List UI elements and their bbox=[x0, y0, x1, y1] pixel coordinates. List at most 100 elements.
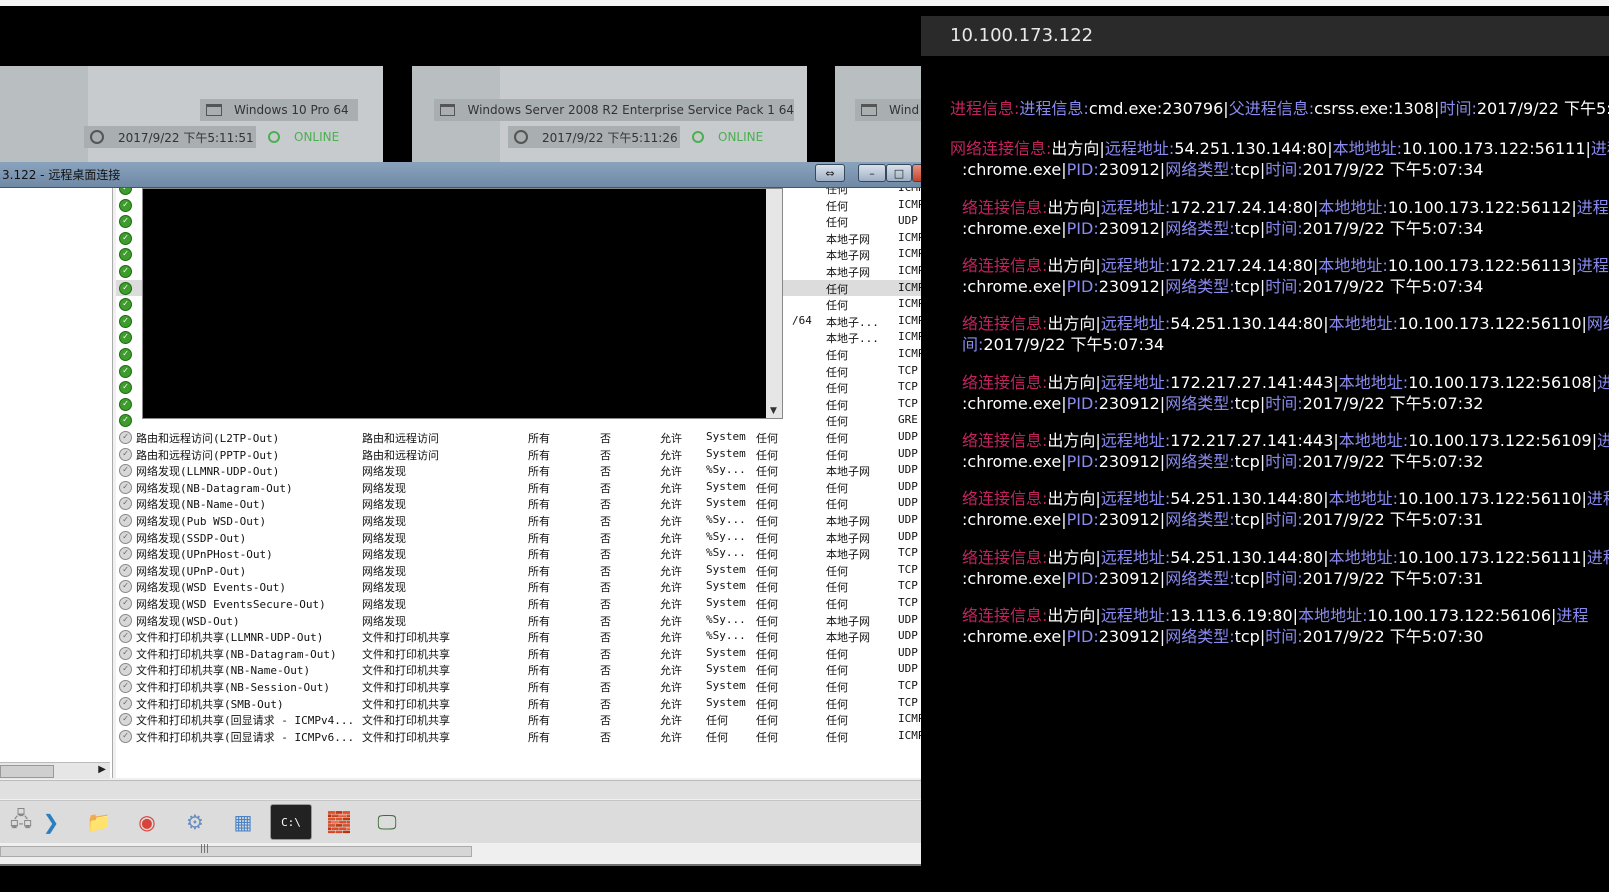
machine-card-third[interactable]: Wind bbox=[835, 66, 921, 162]
cell-action: 允许 bbox=[660, 598, 682, 611]
remote-desktop-window[interactable]: 3.122 - 远程桌面连接 ⇔ – □ ✕ ▶ ✓任何ICMPv6✓任何ICM… bbox=[0, 162, 962, 866]
cell-enabled: 否 bbox=[600, 697, 611, 711]
navigation-pane[interactable] bbox=[0, 188, 113, 778]
restore-connection-button[interactable]: ⇔ bbox=[815, 164, 845, 182]
log-field: 时间: bbox=[1265, 394, 1303, 413]
log-field: 网络类型: bbox=[1165, 277, 1235, 296]
cell-enabled: 否 bbox=[600, 531, 611, 545]
log-field: tcp| bbox=[1234, 160, 1266, 179]
table-row[interactable]: ✓ 网络发现(SSDP-Out) 网络发现 所有否允许 %Sy... 任何 本地子网 UDP bbox=[116, 529, 942, 546]
table-row[interactable]: ✓ 网络发现(LLMNR-UDP-Out) 网络发现 所有 否 允许 %Sy... 任何 本地子… bbox=[116, 462, 942, 479]
table-row[interactable]: ✓ 网络发现(WSD-Out) 网络发现 所有否允许 %Sy... 任何 本地子网 UDP bbox=[116, 612, 942, 629]
cell-protocol: UDP bbox=[898, 214, 918, 228]
left-horizontal-scrollbar[interactable]: ▶ bbox=[0, 762, 110, 779]
power-icon bbox=[268, 131, 280, 143]
table-row[interactable]: ✓ 文件和打印机共享(SMB-Out) 文件和打印机共享 所有 否 允许 System 任何 任… bbox=[116, 695, 942, 712]
cell-profile: 所有 bbox=[528, 531, 550, 545]
table-row[interactable]: ✓ 文件和打印机共享(NB-Session-Out) 文件和打印机共享 所有 否 允许 Sy… bbox=[116, 678, 942, 695]
cell-name: 网络发现(UPnP-Out) bbox=[136, 564, 247, 578]
chrome-icon[interactable]: ◉ bbox=[126, 804, 168, 840]
cell-program: System bbox=[706, 645, 746, 659]
rule-check-icon: ✓ bbox=[119, 630, 132, 644]
cell-enabled: 否 bbox=[600, 581, 611, 595]
cell-action: 允许 bbox=[660, 548, 682, 562]
settings-icon[interactable]: ⚙ bbox=[174, 804, 216, 840]
log-line: 络连接信息:出方向|远程地址:172.217.24.14:80|本地地址:10.… bbox=[962, 198, 1609, 217]
log-field: 2017/9/22 下午5:07:34 bbox=[1302, 219, 1484, 238]
window-titlebar[interactable]: 3.122 - 远程桌面连接 ⇔ – □ ✕ bbox=[0, 162, 960, 188]
cell-local: 任何 bbox=[756, 614, 778, 628]
log-field: 10.100.173.122:56113| bbox=[1387, 256, 1577, 275]
table-row[interactable]: ✓ 路由和远程访问(L2TP-Out) 路由和远程访问 所有 否 允许 System 任何 任何… bbox=[116, 429, 942, 446]
log-field: 时间: bbox=[1265, 452, 1303, 471]
table-row[interactable]: ✓ 网络发现(UPnPHost-Out) 网络发现 所有 否 允许 %Sy... 任何 本地子网… bbox=[116, 545, 942, 562]
console-window[interactable]: ▼ bbox=[142, 188, 783, 419]
table-row[interactable]: ✓ 文件和打印机共享(LLMNR-UDP-Out) 文件和打印机共享 所有 否 允许 %Sy… bbox=[116, 628, 942, 645]
log-field: 2017/9/22 下午5:07:32 bbox=[1302, 452, 1484, 471]
cell-remote-address: 任何 bbox=[826, 349, 848, 362]
rule-check-icon: ✓ bbox=[119, 729, 132, 743]
cell-local: 任何 bbox=[756, 564, 778, 578]
cell-name: 网络发现(WSD EventsSecure-Out) bbox=[136, 598, 326, 611]
table-row[interactable]: ✓ 网络发现(WSD Events-Out) 网络发现 所有 否 允许 System 任何 任何… bbox=[116, 578, 942, 595]
log-field: 本地地址: bbox=[1328, 489, 1398, 508]
table-row[interactable]: ✓ 网络发现(UPnP-Out) 网络发现 所有否允许 System 任何 任何 TCP bbox=[116, 562, 942, 579]
table-row[interactable]: ✓ 文件和打印机共享(回显请求 - ICMPv6... 文件和打印机共享 所有 否 允许 任… bbox=[116, 728, 942, 745]
table-row[interactable]: ✓ 网络发现(WSD EventsSecure-Out) 网络发现 所有 否 允许 Syst… bbox=[116, 595, 942, 612]
cell-action: 允许 bbox=[660, 614, 682, 628]
cell-program: System bbox=[706, 562, 746, 576]
log-field: :chrome.exe| bbox=[962, 627, 1067, 646]
maximize-button[interactable]: □ bbox=[886, 164, 912, 182]
cell-group: 路由和远程访问 bbox=[362, 448, 439, 462]
log-field: 本地地址: bbox=[1318, 198, 1388, 217]
scroll-thumb[interactable] bbox=[0, 846, 472, 857]
console-scrollbar[interactable]: ▼ bbox=[766, 189, 782, 418]
cell-remote-address: 任何 bbox=[826, 398, 848, 412]
enabled-check-icon: ✓ bbox=[119, 314, 132, 328]
cell-profile: 所有 bbox=[528, 681, 550, 694]
log-field: 远程地址: bbox=[1100, 256, 1171, 275]
scroll-thumb[interactable] bbox=[0, 765, 54, 778]
log-field: 远程地址: bbox=[1100, 373, 1171, 392]
cell-name: 路由和远程访问(PPTP-Out) bbox=[136, 448, 280, 462]
explorer-icon[interactable]: 📁 bbox=[78, 804, 120, 840]
table-row[interactable]: ✓ 网络发现(NB-Datagram-Out) 网络发现 所有 否 允许 System 任何 任… bbox=[116, 479, 942, 496]
enabled-check-icon: ✓ bbox=[119, 198, 132, 212]
scroll-right-arrow-icon[interactable]: ▶ bbox=[98, 764, 106, 775]
log-line: :chrome.exe|PID:230912|网络类型:tcp|时间:2017/… bbox=[962, 626, 1609, 647]
log-field: 进程 bbox=[1597, 373, 1609, 392]
bottom-horizontal-scrollbar[interactable]: ||| ▸ bbox=[0, 844, 940, 860]
table-row[interactable]: ✓ 文件和打印机共享(NB-Datagram-Out) 文件和打印机共享 所有 否 允许 S… bbox=[116, 645, 942, 662]
table-row[interactable]: ✓ 路由和远程访问(PPTP-Out) 路由和远程访问 所有 否 允许 System 任何 任何… bbox=[116, 446, 942, 463]
cmd-icon[interactable]: C:\ bbox=[270, 804, 312, 840]
cell-profile: 所有 bbox=[528, 515, 550, 528]
log-field: 出方向| bbox=[1047, 548, 1101, 567]
cell-program: System bbox=[706, 579, 746, 593]
control-panel-icon[interactable]: ▦ bbox=[222, 804, 264, 840]
rule-check-icon: ✓ bbox=[119, 663, 132, 677]
log-field: :chrome.exe| bbox=[962, 160, 1067, 179]
log-field: 间: bbox=[962, 335, 984, 354]
rule-check-icon: ✓ bbox=[119, 646, 132, 660]
os-tag: Windows 10 Pro 64 bbox=[200, 99, 358, 121]
cell-program: %Sy... bbox=[706, 612, 746, 626]
log-field: 远程地址: bbox=[1100, 431, 1171, 450]
cell-remote-address: 任何 bbox=[826, 365, 848, 379]
powershell-icon[interactable]: ❯ bbox=[30, 804, 72, 840]
machine-card-win10[interactable]: Windows 10 Pro 64 2017/9/22 下午5:11:51 ON… bbox=[0, 66, 383, 162]
remote-desktop-icon[interactable]: 🖵 bbox=[366, 804, 408, 840]
machine-card-server2008[interactable]: Windows Server 2008 R2 Enterprise Servic… bbox=[412, 66, 807, 162]
minimize-button[interactable]: – bbox=[858, 164, 886, 182]
log-field: tcp| bbox=[1234, 452, 1266, 471]
table-row[interactable]: ✓ 文件和打印机共享(NB-Name-Out) 文件和打印机共享 所有 否 允许 Syste… bbox=[116, 661, 942, 678]
table-row[interactable]: ✓ 网络发现(Pub WSD-Out) 网络发现 所有否允许 %Sy... 任何 本地子网 U… bbox=[116, 512, 942, 529]
log-field: :chrome.exe| bbox=[962, 569, 1067, 588]
cell-program: System bbox=[706, 695, 746, 709]
scroll-down-arrow-icon[interactable]: ▼ bbox=[770, 406, 777, 416]
cell-local: 任何 bbox=[756, 730, 778, 744]
log-line: 络连接信息:出方向|远程地址:54.251.130.144:80|本地地址:10… bbox=[962, 548, 1609, 567]
table-row[interactable]: ✓ 网络发现(NB-Name-Out) 网络发现 所有否允许 System 任何 任何 UDP bbox=[116, 495, 942, 512]
firewall-icon[interactable]: 🧱 bbox=[318, 804, 360, 840]
table-row[interactable]: ✓ 文件和打印机共享(回显请求 - ICMPv4... 文件和打印机共享 所有 否 允许 任… bbox=[116, 711, 942, 728]
log-field: 远程地址: bbox=[1100, 198, 1171, 217]
